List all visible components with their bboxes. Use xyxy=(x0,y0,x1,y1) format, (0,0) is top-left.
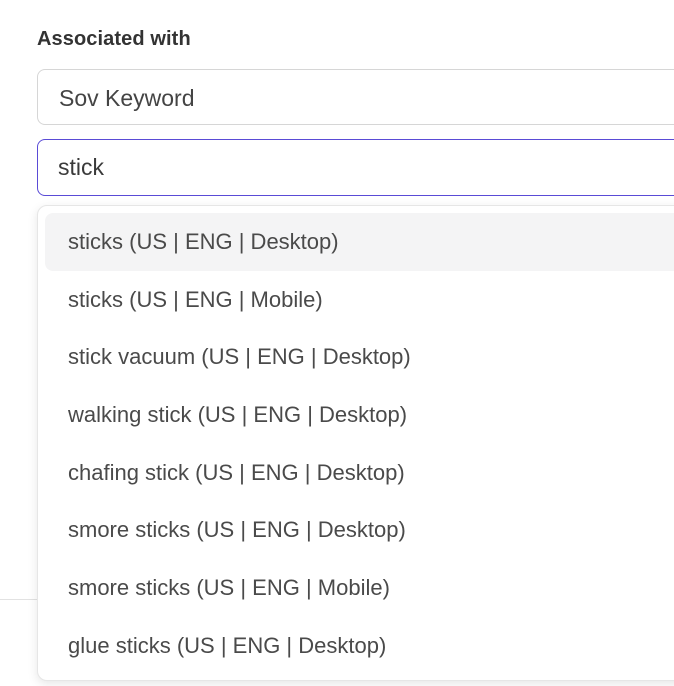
suggestion-option[interactable]: stick vacuum (US | ENG | Desktop) xyxy=(45,328,674,386)
association-type-select[interactable]: Sov Keyword xyxy=(37,69,674,125)
suggestion-option[interactable]: smore sticks (US | ENG | Mobile) xyxy=(45,559,674,617)
suggestion-option[interactable]: sticks (US | ENG | Desktop) xyxy=(45,213,674,271)
keyword-suggestions-dropdown: sticks (US | ENG | Desktop) sticks (US |… xyxy=(37,205,674,681)
association-type-value: Sov Keyword xyxy=(59,85,195,111)
suggestion-option[interactable]: smore sticks (US | ENG | Desktop) xyxy=(45,501,674,559)
associated-with-label: Associated with xyxy=(37,28,191,50)
suggestions-list: sticks (US | ENG | Desktop) sticks (US |… xyxy=(38,206,674,675)
suggestion-option[interactable]: chafing stick (US | ENG | Desktop) xyxy=(45,444,674,502)
suggestion-option[interactable]: glue sticks (US | ENG | Desktop) xyxy=(45,617,674,675)
keyword-search-input[interactable] xyxy=(37,139,674,196)
suggestion-option[interactable]: sticks (US | ENG | Mobile) xyxy=(45,271,674,329)
suggestion-option[interactable]: walking stick (US | ENG | Desktop) xyxy=(45,386,674,444)
page: Associated with Sov Keyword sticks (US |… xyxy=(0,0,674,686)
